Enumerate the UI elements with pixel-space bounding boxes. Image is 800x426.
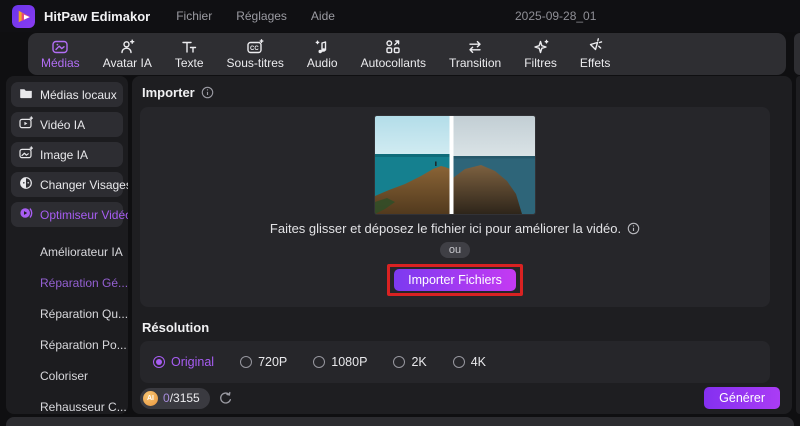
sidebar-item-label: Vidéo IA (40, 117, 86, 132)
main-toolbar: Médias Avatar IA Texte CC Sous-titres Au… (28, 33, 786, 75)
filters-icon (532, 39, 550, 56)
title-bar: HitPaw Edimakor Fichier Réglages Aide 20… (0, 0, 800, 32)
sidebar-item-label: Optimiseur Vidéo (40, 207, 128, 222)
resolution-section-title: Résolution (142, 320, 210, 335)
main-footer: AI 0 /3155 Générer (140, 387, 780, 409)
media-icon (51, 39, 69, 56)
sidebar-subitem-reparation-generale[interactable]: Réparation Gé... (11, 267, 128, 298)
sidebar-item-image-ia[interactable]: Image IA (11, 142, 123, 167)
main-panel: Importer Faites glisser et déposez le fi… (132, 76, 792, 414)
before-after-preview-image (375, 116, 535, 214)
avatar-icon (118, 39, 136, 56)
tab-filtres[interactable]: Filtres (524, 39, 557, 70)
resolution-option-4k[interactable]: 4K (452, 355, 486, 369)
sidebar-item-video-ia[interactable]: Vidéo IA (11, 112, 123, 137)
tab-sous-titres[interactable]: CC Sous-titres (227, 39, 284, 70)
sidebar-item-label: Changer Visages (40, 177, 128, 192)
sidebar-item-label: Médias locaux (40, 87, 117, 102)
video-ai-icon (19, 116, 34, 133)
sidebar: Médias locaux Vidéo IA Image IA Changer … (6, 76, 128, 414)
radio-icon (452, 356, 465, 368)
sidebar-subitem-reparation-qu[interactable]: Réparation Qu... (11, 298, 128, 329)
app-name: HitPaw Edimakor (44, 8, 151, 24)
tab-label: Effets (579, 55, 611, 70)
tab-label: Transition (448, 55, 502, 70)
face-swap-icon (19, 176, 33, 193)
subtitles-icon: CC (246, 39, 264, 56)
stickers-icon (384, 39, 402, 56)
tab-avatar-ia[interactable]: Avatar IA (103, 39, 152, 70)
toolbar-panel-fragment (794, 33, 800, 75)
tab-label: Autocollants (360, 55, 426, 70)
annotation-highlight: Importer Fichiers (387, 264, 523, 296)
ai-coin-icon: AI (143, 390, 158, 406)
sidebar-subitem-reparation-po[interactable]: Réparation Po... (11, 329, 127, 360)
radio-icon (240, 356, 253, 368)
tab-medias[interactable]: Médias (41, 39, 80, 70)
effects-icon (586, 38, 604, 56)
or-separator: ou (439, 242, 471, 258)
image-ai-icon (19, 146, 34, 163)
tab-autocollants[interactable]: Autocollants (361, 39, 426, 70)
credits-pill: AI 0 /3155 (140, 387, 210, 409)
tab-label: Audio (306, 55, 338, 70)
document-title: 2025-09-28_01 (515, 9, 597, 23)
info-icon[interactable] (627, 222, 640, 235)
main-panel-fragment (796, 76, 800, 414)
tab-texte[interactable]: Texte (175, 39, 204, 70)
tab-label: Médias (41, 55, 80, 70)
resolution-panel: Original 720P 1080P 2K 4K (140, 341, 770, 383)
tab-label: Filtres (524, 55, 557, 70)
tab-effets[interactable]: Effets (579, 38, 611, 70)
tab-label: Texte (174, 55, 204, 70)
generate-button[interactable]: Générer (704, 387, 780, 409)
app-window: HitPaw Edimakor Fichier Réglages Aide 20… (0, 0, 800, 426)
import-files-button[interactable]: Importer Fichiers (394, 269, 516, 291)
transition-icon (466, 39, 484, 56)
sidebar-subitem-ameliorateur-ia[interactable]: Améliorateur IA (11, 236, 123, 267)
video-optimizer-icon (19, 206, 33, 223)
timeline-panel-edge (6, 417, 794, 426)
drop-hint: Faites glisser et déposez le fichier ici… (270, 221, 640, 236)
svg-text:CC: CC (250, 46, 259, 52)
menu-bar: Fichier Réglages Aide (176, 9, 335, 23)
text-icon (180, 39, 198, 56)
app-logo-icon (12, 4, 35, 28)
resolution-option-original[interactable]: Original (153, 355, 214, 369)
menu-aide[interactable]: Aide (311, 9, 335, 23)
refresh-icon[interactable] (218, 391, 233, 406)
resolution-option-1080p[interactable]: 1080P (313, 355, 367, 369)
sidebar-sub-list: Améliorateur IA Réparation Gé... Réparat… (11, 236, 128, 414)
radio-icon (313, 356, 326, 368)
menu-fichier[interactable]: Fichier (176, 9, 212, 23)
sidebar-item-changer-visages[interactable]: Changer Visages (11, 172, 128, 197)
folder-icon (19, 86, 33, 103)
credits-total: /3155 (169, 391, 200, 405)
sidebar-subitem-rehausseur[interactable]: Rehausseur C... (11, 391, 127, 414)
audio-icon (313, 39, 331, 56)
tab-label: Sous-titres (226, 55, 284, 70)
resolution-option-2k[interactable]: 2K (393, 355, 427, 369)
sidebar-subitem-coloriser[interactable]: Coloriser (11, 360, 123, 391)
menu-reglages[interactable]: Réglages (236, 9, 287, 23)
sidebar-item-optimiseur-video[interactable]: Optimiseur Vidéo (11, 202, 128, 227)
info-icon[interactable] (201, 86, 214, 99)
sidebar-item-medias-locaux[interactable]: Médias locaux (11, 82, 123, 107)
tab-transition[interactable]: Transition (449, 39, 501, 70)
radio-icon (153, 356, 165, 368)
sidebar-item-label: Image IA (40, 147, 89, 162)
credits-used: 0 (163, 391, 170, 405)
tab-audio[interactable]: Audio (307, 39, 338, 70)
resolution-option-720p[interactable]: 720P (240, 355, 287, 369)
tab-label: Avatar IA (102, 55, 152, 70)
import-section-title: Importer (142, 85, 792, 100)
import-dropzone[interactable]: Faites glisser et déposez le fichier ici… (140, 107, 770, 307)
radio-icon (393, 356, 406, 368)
